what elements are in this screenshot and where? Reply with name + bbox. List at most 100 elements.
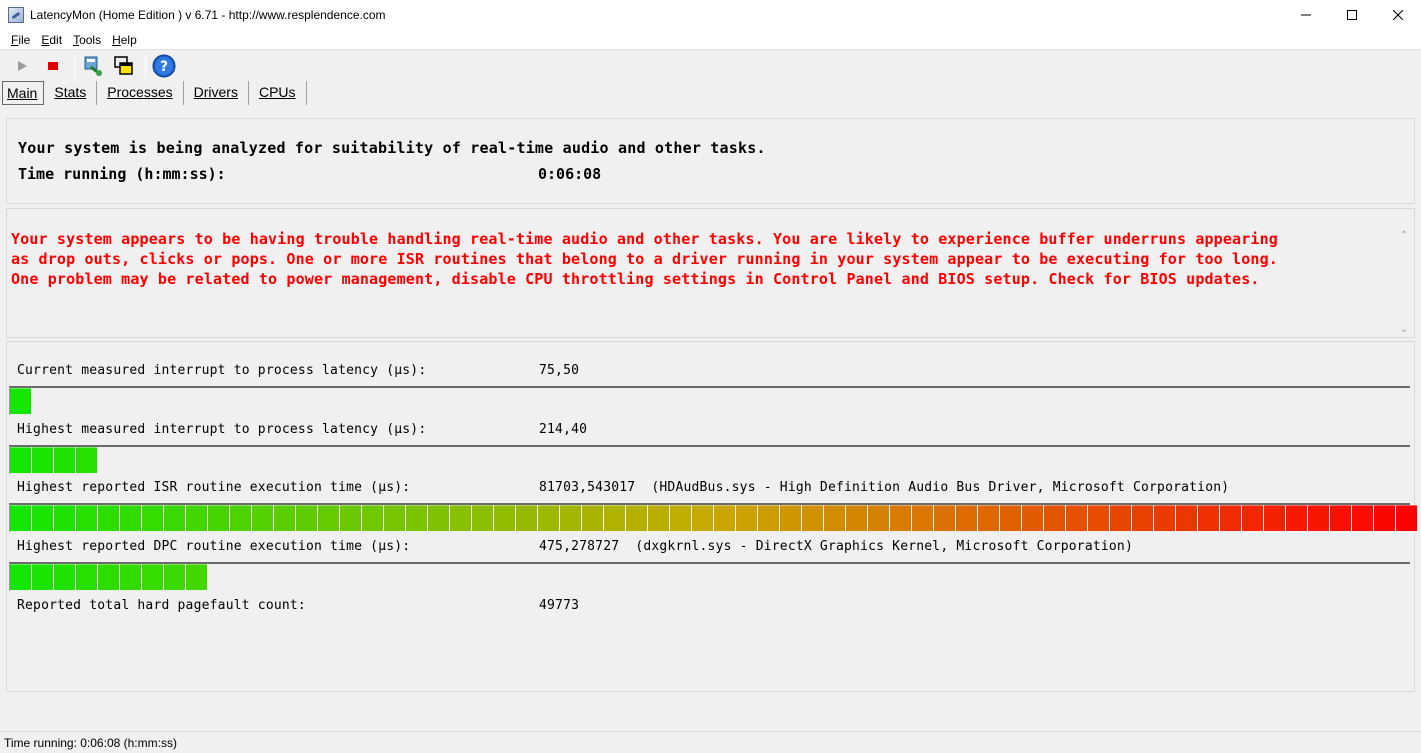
current-latency-label: Current measured interrupt to process la… bbox=[17, 363, 427, 378]
tab-drivers[interactable]: Drivers bbox=[184, 81, 249, 105]
bar-segment bbox=[1352, 505, 1373, 531]
bar-segment bbox=[10, 505, 31, 531]
bar-segment bbox=[142, 564, 163, 590]
isr-time-bar-fill bbox=[10, 505, 1418, 531]
bar-segment bbox=[1176, 505, 1197, 531]
bar-segment bbox=[186, 564, 207, 590]
bar-segment bbox=[362, 505, 383, 531]
bar-segment bbox=[252, 505, 273, 531]
bar-segment bbox=[1066, 505, 1087, 531]
maximize-icon bbox=[1347, 10, 1357, 20]
bar-segment bbox=[1110, 505, 1131, 531]
bar-segment bbox=[54, 447, 75, 473]
bar-segment bbox=[1374, 505, 1395, 531]
pagefault-label: Reported total hard pagefault count: bbox=[17, 598, 306, 613]
bar-segment bbox=[648, 505, 669, 531]
bar-segment bbox=[76, 505, 97, 531]
tab-cpus[interactable]: CPUs bbox=[249, 81, 307, 105]
bar-segment bbox=[978, 505, 999, 531]
windows-button[interactable] bbox=[110, 53, 138, 79]
bar-segment bbox=[1242, 505, 1263, 531]
menu-file[interactable]: File bbox=[4, 33, 34, 47]
pagefault-value: 49773 bbox=[539, 598, 580, 613]
close-button[interactable] bbox=[1375, 0, 1421, 30]
help-button[interactable]: ? bbox=[150, 53, 178, 79]
menu-edit[interactable]: Edit bbox=[34, 33, 66, 47]
bar-segment bbox=[32, 505, 53, 531]
isr-time-value: 81703,543017 (HDAudBus.sys - High Defini… bbox=[539, 480, 1230, 495]
analysis-status-text: Your system is being analyzed for suitab… bbox=[18, 139, 766, 157]
bar-segment bbox=[472, 505, 493, 531]
bar-segment bbox=[1154, 505, 1175, 531]
bar-segment bbox=[956, 505, 977, 531]
stop-button[interactable] bbox=[39, 53, 67, 79]
title-bar[interactable]: LatencyMon (Home Edition ) v 6.71 - http… bbox=[0, 0, 1421, 30]
bar-segment bbox=[560, 505, 581, 531]
tab-bar: Main Stats Processes Drivers CPUs bbox=[0, 81, 1421, 105]
tab-main[interactable]: Main bbox=[2, 81, 45, 105]
menu-tools[interactable]: Tools bbox=[66, 33, 105, 47]
start-button[interactable] bbox=[8, 53, 36, 79]
toolbar-separator bbox=[74, 54, 75, 78]
current-latency-bar bbox=[9, 386, 1410, 415]
metrics-panel: Current measured interrupt to process la… bbox=[6, 341, 1417, 692]
bar-segment bbox=[1264, 505, 1285, 531]
bar-segment bbox=[1198, 505, 1219, 531]
bar-segment bbox=[384, 505, 405, 531]
scroll-down-arrow-icon[interactable]: ⌄ bbox=[1399, 325, 1409, 335]
maximize-button[interactable] bbox=[1329, 0, 1375, 30]
windows-icon bbox=[114, 56, 133, 75]
bar-segment bbox=[692, 505, 713, 531]
bar-segment bbox=[98, 564, 119, 590]
close-icon bbox=[1393, 10, 1403, 20]
dpc-time-bar bbox=[9, 562, 1410, 591]
bar-segment bbox=[76, 447, 97, 473]
warning-panel[interactable]: Your system appears to be having trouble… bbox=[6, 208, 1415, 338]
bar-segment bbox=[98, 505, 119, 531]
bar-segment bbox=[164, 505, 185, 531]
bar-segment bbox=[450, 505, 471, 531]
menu-bar: File Edit Tools Help bbox=[0, 30, 1421, 50]
time-running-label: Time running (h:mm:ss): bbox=[18, 165, 226, 183]
bar-segment bbox=[142, 505, 163, 531]
bar-segment bbox=[626, 505, 647, 531]
bar-segment bbox=[758, 505, 779, 531]
tab-stats[interactable]: Stats bbox=[44, 81, 98, 105]
bar-segment bbox=[1220, 505, 1241, 531]
bar-segment bbox=[912, 505, 933, 531]
isr-time-bar bbox=[9, 503, 1417, 532]
status-text: Time running: 0:06:08 (h:mm:ss) bbox=[4, 736, 177, 750]
scroll-up-arrow-icon[interactable]: ⌃ bbox=[1399, 231, 1409, 241]
bar-segment bbox=[164, 564, 185, 590]
dpc-time-label: Highest reported DPC routine execution t… bbox=[17, 539, 411, 554]
bar-segment bbox=[120, 564, 141, 590]
bar-segment bbox=[714, 505, 735, 531]
warning-message: Your system appears to be having trouble… bbox=[11, 230, 1278, 288]
time-running-value: 0:06:08 bbox=[538, 165, 602, 183]
report-button[interactable] bbox=[79, 53, 107, 79]
help-icon: ? bbox=[152, 54, 176, 78]
bar-segment bbox=[186, 505, 207, 531]
bar-segment bbox=[32, 564, 53, 590]
highest-latency-bar bbox=[9, 445, 1410, 474]
bar-segment bbox=[934, 505, 955, 531]
bar-segment bbox=[208, 505, 229, 531]
status-bar: Time running: 0:06:08 (h:mm:ss) bbox=[0, 731, 1421, 753]
bar-segment bbox=[10, 388, 31, 414]
window-title: LatencyMon (Home Edition ) v 6.71 - http… bbox=[30, 8, 386, 22]
toolbar-separator bbox=[145, 54, 146, 78]
minimize-button[interactable] bbox=[1283, 0, 1329, 30]
bar-segment bbox=[846, 505, 867, 531]
tab-processes[interactable]: Processes bbox=[97, 81, 184, 105]
bar-segment bbox=[780, 505, 801, 531]
menu-help[interactable]: Help bbox=[105, 33, 141, 47]
bar-segment bbox=[1396, 505, 1417, 531]
stop-icon bbox=[48, 62, 58, 70]
bar-segment bbox=[538, 505, 559, 531]
bar-segment bbox=[736, 505, 757, 531]
bar-segment bbox=[1022, 505, 1043, 531]
bar-segment bbox=[32, 447, 53, 473]
bar-segment bbox=[120, 505, 141, 531]
bar-segment bbox=[1132, 505, 1153, 531]
bar-segment bbox=[54, 505, 75, 531]
